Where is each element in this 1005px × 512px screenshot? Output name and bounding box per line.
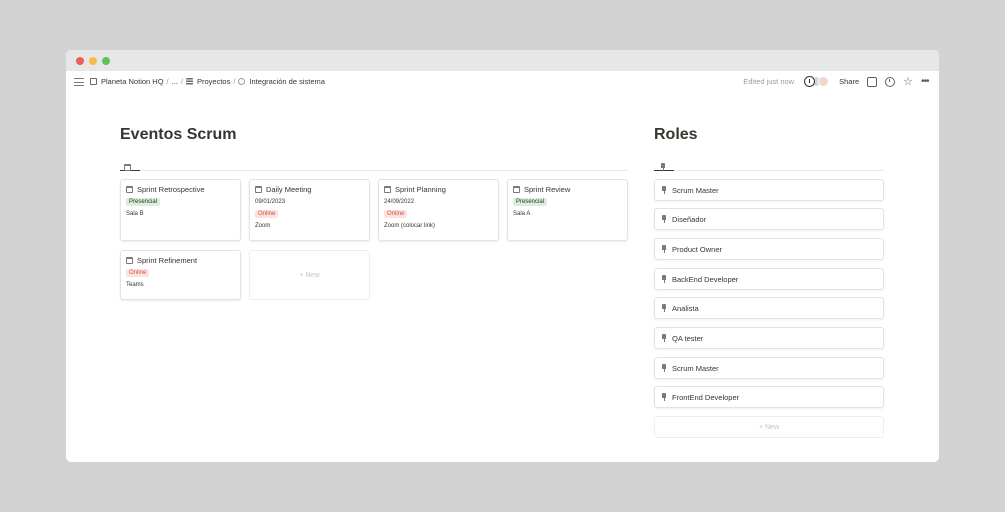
calendar-icon [513,186,520,193]
event-date: 09/01/2023 [255,199,286,205]
event-place: Sala A [513,211,531,217]
event-place: Teams [126,282,144,288]
roles-list-view-tab[interactable] [654,156,674,171]
pin-icon [661,215,667,223]
event-card-title: Sprint Planning [395,185,446,194]
event-card[interactable]: Sprint Review Presencial Sala A [507,179,628,241]
window-titlebar [66,50,939,71]
role-item[interactable]: QA tester [654,327,884,349]
mode-tag: Online [384,210,408,218]
event-card-title: Sprint Review [524,185,571,194]
page-topbar: Planeta Notion HQ / ... / Proyectos / In… [66,71,939,95]
app-window: Planeta Notion HQ / ... / Proyectos / In… [66,50,939,462]
role-label: BackEnd Developer [672,274,739,284]
role-label: QA tester [672,333,704,343]
role-item[interactable]: BackEnd Developer [654,268,884,290]
role-label: FrontEnd Developer [672,392,740,402]
events-section-title: Eventos Scrum [120,126,237,143]
event-place: Sala B [126,211,144,217]
event-card[interactable]: Sprint Planning 24/09/2022 Online Zoom (… [378,179,499,241]
more-options-icon[interactable]: ••• [921,76,931,87]
breadcrumb-item-proyectos[interactable]: Proyectos [186,77,230,86]
book-icon [90,78,97,85]
comment-icon[interactable] [867,76,878,87]
star-icon[interactable]: ☆ [903,76,913,87]
maximize-window-button[interactable] [102,57,110,65]
pin-icon [661,304,667,312]
mode-tag: Presencial [513,198,548,206]
pin-icon [661,275,667,283]
role-item[interactable]: Diseñador [654,208,884,230]
topbar-actions: Edited just now Share ☆ ••• [743,76,931,87]
pin-icon [661,245,667,253]
role-item[interactable]: Analista [654,297,884,319]
edited-status: Edited just now [743,77,795,86]
role-label: Diseñador [672,214,707,224]
mode-tag: Presencial [126,198,161,206]
role-label: Scrum Master [672,185,719,195]
role-item[interactable]: Product Owner [654,238,884,260]
event-card-title: Sprint Retrospective [137,185,205,194]
pin-icon [661,334,667,342]
avatar [818,76,830,87]
events-gallery-view-tab[interactable] [120,156,140,171]
event-card[interactable]: Sprint Retrospective Presencial Sala B [120,179,241,241]
role-label: Scrum Master [672,363,719,373]
role-item[interactable]: Scrum Master [654,357,884,379]
role-label: Product Owner [672,244,723,254]
roles-section-title: Roles [654,126,698,143]
sidebar-toggle-icon[interactable] [74,78,84,86]
role-label: Analista [672,303,699,313]
mode-tag: Online [126,269,150,277]
calendar-icon [384,186,391,193]
new-event-button[interactable]: + New [249,250,370,300]
breadcrumb-item-ellipsis[interactable]: ... [172,77,178,86]
clock-icon[interactable] [885,76,896,87]
pin-icon [661,186,667,194]
gear-icon [238,78,246,85]
breadcrumb-item-current[interactable]: Integración de sistema [238,77,325,86]
breadcrumb-item-workspace[interactable]: Planeta Notion HQ [90,77,164,86]
pin-icon [661,393,667,401]
pin-icon [661,364,667,372]
minimize-window-button[interactable] [89,57,97,65]
event-card[interactable]: Daily Meeting 09/01/2023 Online Zoom [249,179,370,241]
calendar-icon [255,186,262,193]
event-card[interactable]: Sprint Refinement Online Teams [120,250,241,300]
event-place: Zoom [255,223,271,229]
role-item[interactable]: Scrum Master [654,179,884,201]
share-button[interactable]: Share [839,77,859,86]
mode-tag: Online [255,210,279,218]
roles-view-divider [654,170,884,171]
calendar-icon [126,186,133,193]
database-icon [186,78,193,85]
event-card-title: Sprint Refinement [137,256,198,265]
breadcrumb: Planeta Notion HQ / ... / Proyectos / In… [90,77,325,86]
event-date: 24/09/2022 [384,199,415,205]
events-view-divider [120,170,628,171]
pin-icon [660,163,666,171]
calendar-icon [126,257,133,264]
event-card-title: Daily Meeting [266,185,312,194]
avatar-group[interactable] [804,76,830,87]
role-item[interactable]: FrontEnd Developer [654,386,884,408]
close-window-button[interactable] [76,57,84,65]
event-place: Zoom (colocar link) [384,223,436,229]
calendar-icon [124,164,131,171]
new-role-button[interactable]: + New [654,416,884,438]
